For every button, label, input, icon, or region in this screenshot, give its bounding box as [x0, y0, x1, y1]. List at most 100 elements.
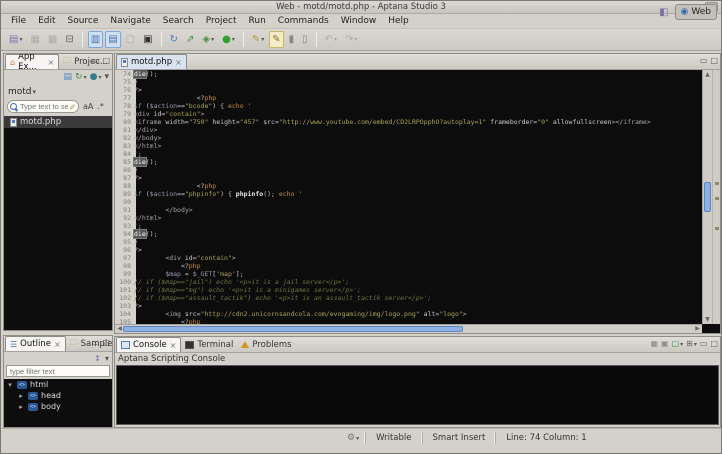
code-line[interactable]: 93';	[115, 222, 702, 230]
tab-outline[interactable]: ☰ Outline ×	[5, 336, 66, 351]
minimize-icon[interactable]: ▭	[700, 56, 708, 65]
file-list[interactable]: motd.php	[4, 116, 112, 330]
code-line[interactable]: 103?>	[115, 302, 702, 310]
menu-commands[interactable]: Commands	[272, 16, 335, 26]
scrollbar-thumb[interactable]	[123, 326, 463, 332]
code-line[interactable]: 77 <?php	[115, 94, 702, 102]
code-line[interactable]: 84';	[115, 150, 702, 158]
open-console-icon[interactable]: ⊞▾	[686, 339, 697, 348]
maximize-icon[interactable]: □	[102, 56, 110, 65]
pin-console-icon[interactable]: ▣	[661, 339, 669, 348]
maximize-icon[interactable]: □	[102, 338, 110, 347]
code-line[interactable]: 82</body>	[115, 134, 702, 142]
new-wizard-button[interactable]: ▤▾	[6, 31, 25, 48]
collapse-icon[interactable]: ▾	[6, 381, 14, 389]
sync-icon[interactable]: ↻▾	[75, 73, 87, 82]
code-line[interactable]: 88 <?php	[115, 182, 702, 190]
code-line[interactable]: 97 <div id="contain">	[115, 254, 702, 262]
tab-app-explorer[interactable]: ⌂ App Ex... ×	[5, 54, 59, 69]
code-line[interactable]: 87?>	[115, 174, 702, 182]
code-line[interactable]: 85die();	[115, 158, 702, 166]
code-line[interactable]: 76?>	[115, 86, 702, 94]
console-output[interactable]	[116, 365, 719, 425]
menu-run[interactable]: Run	[243, 16, 272, 26]
wand-button[interactable]: ✎▾	[249, 31, 267, 48]
code-line[interactable]: 100// if ($map=="jail") echo '<p>it is a…	[115, 278, 702, 286]
view-menu-icon[interactable]: ▾	[104, 73, 109, 82]
code-line[interactable]: 90	[115, 198, 702, 206]
code-line[interactable]: 83</html>	[115, 142, 702, 150]
close-icon[interactable]: ×	[175, 58, 182, 67]
code-line[interactable]: 75}	[115, 78, 702, 86]
minimize-icon[interactable]: ▭	[92, 338, 100, 347]
code-line[interactable]: 81</div>	[115, 126, 702, 134]
minimize-icon[interactable]: ▭	[700, 339, 708, 348]
code-line[interactable]: 94die();	[115, 230, 702, 238]
maximize-icon[interactable]: □	[710, 339, 718, 348]
code-line[interactable]: 80<iframe width="750" height="457" src="…	[115, 118, 702, 126]
sort-icon[interactable]: ↕	[94, 354, 101, 363]
title-bar[interactable]: Web - motd/motd.php - Aptana Studio 3 ×	[1, 1, 721, 14]
export-button[interactable]: ⇗	[183, 31, 197, 48]
expand-icon[interactable]: ▸	[17, 392, 25, 400]
tree-item-head[interactable]: ▸head	[4, 390, 112, 401]
tab-terminal[interactable]: Terminal	[181, 337, 237, 352]
filter-input[interactable]	[10, 367, 106, 376]
new-file-icon[interactable]: ▤	[64, 73, 73, 82]
clear-console-icon[interactable]: ▦	[650, 339, 658, 348]
code-line[interactable]: 102// if ($map=="assault_tactik") echo '…	[115, 294, 702, 302]
code-line[interactable]: 79<div id="contain">	[115, 110, 702, 118]
code-line[interactable]: 89if ($action=="phpinfo") { phpinfo(); e…	[115, 190, 702, 198]
open-perspective-icon[interactable]: ◧	[659, 7, 668, 18]
tree-item-body[interactable]: ▸body	[4, 401, 112, 412]
code-line[interactable]: 96?>	[115, 246, 702, 254]
project-selector[interactable]: motd▾	[4, 85, 112, 98]
tab-console[interactable]: Console×	[116, 337, 181, 352]
run-small-icon[interactable]: ●▾	[90, 73, 102, 82]
editor-horizontal-scrollbar[interactable]: ◀ ▶	[115, 324, 702, 333]
tree-item-html[interactable]: ▾html	[4, 379, 112, 390]
code-line[interactable]: 86}	[115, 166, 702, 174]
web-perspective-button[interactable]: ◉ Web	[675, 4, 717, 20]
code-line[interactable]: 98 <?php	[115, 262, 702, 270]
show-app-explorer-button[interactable]: ▥	[88, 31, 103, 48]
menu-search[interactable]: Search	[157, 16, 200, 26]
code-line[interactable]: 95}	[115, 238, 702, 246]
pencil-button[interactable]: ✎	[269, 31, 283, 48]
code-line[interactable]: 74die();	[115, 70, 702, 78]
view-menu-icon[interactable]: ▾	[105, 354, 109, 363]
code-line[interactable]: 104 <img src="http://cdn2.unicornsandcol…	[115, 310, 702, 318]
run-button[interactable]: ●▾	[219, 31, 238, 48]
gear-icon[interactable]: ⚙▾	[341, 433, 365, 443]
tab-problems[interactable]: Problems	[237, 337, 295, 352]
save-button[interactable]: ▦	[27, 31, 42, 48]
code-line[interactable]: 99 $map = $_GET['map'];	[115, 270, 702, 278]
menu-window[interactable]: Window	[335, 16, 383, 26]
forward-button[interactable]: ↷▾	[342, 31, 360, 48]
menu-source[interactable]: Source	[62, 16, 105, 26]
indent-guides-button[interactable]: ▮	[286, 31, 298, 48]
scroll-up-icon[interactable]: ▲	[703, 70, 712, 79]
maximize-icon[interactable]: □	[710, 56, 718, 65]
code-line[interactable]: 92</html>	[115, 214, 702, 222]
back-button[interactable]: ↶▾	[322, 31, 340, 48]
save-all-button[interactable]: ▩	[45, 31, 60, 48]
regex-toggle[interactable]: .*	[97, 102, 104, 111]
outline-tree[interactable]: ▾html▸head▸body	[4, 379, 112, 427]
editor-vertical-scrollbar[interactable]: ▲ ▼	[702, 70, 712, 324]
minimize-icon[interactable]: ▭	[92, 56, 100, 65]
refresh-button[interactable]: ↻	[167, 31, 181, 48]
scroll-down-icon[interactable]: ▼	[703, 315, 712, 324]
code-line[interactable]: 101// if ($map=="mg") echo '<p>it is a m…	[115, 286, 702, 294]
search-input[interactable]	[20, 102, 68, 111]
code-line[interactable]: 91 </body>	[115, 206, 702, 214]
close-icon[interactable]: ×	[170, 341, 177, 350]
wand-icon[interactable]: ✐	[69, 103, 76, 112]
code-line[interactable]: 78if ($action=="bcode") { echo '	[115, 102, 702, 110]
external-tools-button[interactable]: ◈▾	[199, 31, 217, 48]
code-area[interactable]: 74die();75}76?>77 <?php78if ($action=="b…	[115, 70, 702, 324]
menu-file[interactable]: File	[5, 16, 32, 26]
close-icon[interactable]: ×	[47, 58, 54, 67]
print-button[interactable]: ⊟	[62, 31, 76, 48]
menu-navigate[interactable]: Navigate	[104, 16, 156, 26]
